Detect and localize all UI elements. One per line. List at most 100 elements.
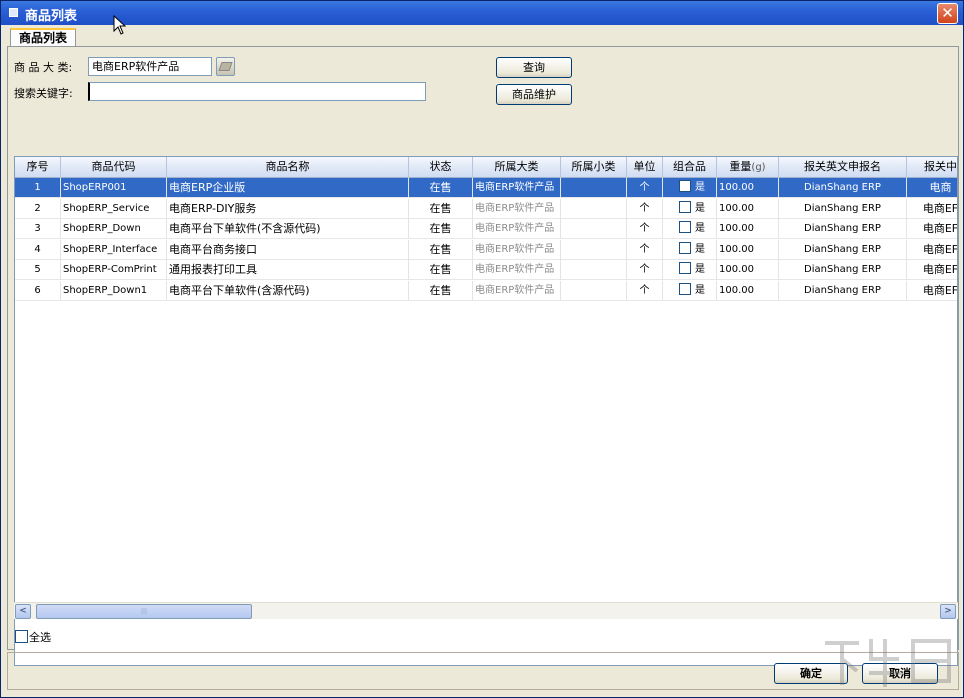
product-list-window: 商品列表 ✕ 商品列表 商 品 大 类: 电商ERP软件产品 搜索关键字: 查询… bbox=[0, 0, 964, 698]
table-header: 序号 商品代码 商品名称 状态 所属大类 所属小类 单位 组合品 重量(g) 报… bbox=[15, 157, 957, 178]
select-all-label: 全选 bbox=[29, 631, 51, 644]
scroll-thumb-grip: ||| bbox=[140, 608, 148, 615]
cell-no: 4 bbox=[15, 239, 61, 260]
cell-code: ShopERP_Interface bbox=[61, 239, 167, 260]
cell-combo[interactable]: 是 bbox=[663, 280, 717, 301]
scroll-right-arrow-icon[interactable]: > bbox=[940, 604, 956, 619]
column-header-subcategory[interactable]: 所属小类 bbox=[561, 157, 627, 178]
cell-no: 2 bbox=[15, 198, 61, 219]
combo-checkbox-icon[interactable] bbox=[679, 262, 691, 274]
category-picker-button[interactable] bbox=[216, 57, 235, 76]
cell-en-name: DianShang ERP bbox=[779, 260, 907, 280]
cell-category: 电商ERP软件产品 bbox=[473, 260, 561, 280]
category-field[interactable]: 电商ERP软件产品 bbox=[88, 57, 212, 76]
close-button[interactable]: ✕ bbox=[937, 3, 958, 24]
combo-label: 是 bbox=[695, 264, 705, 275]
cell-en-name: DianShang ERP bbox=[779, 219, 907, 239]
cell-subcategory bbox=[561, 219, 627, 239]
cell-weight: 100.00 bbox=[717, 198, 779, 219]
weight-header-label: 重量 bbox=[729, 160, 752, 173]
column-header-en-name[interactable]: 报关英文申报名 bbox=[779, 157, 907, 178]
title-bar[interactable]: 商品列表 ✕ bbox=[1, 1, 963, 35]
cell-status: 在售 bbox=[409, 239, 473, 260]
cell-weight: 100.00 bbox=[717, 280, 779, 301]
cell-code: ShopERP_Service bbox=[61, 198, 167, 219]
column-header-status[interactable]: 状态 bbox=[409, 157, 473, 178]
combo-checkbox-icon[interactable] bbox=[679, 221, 691, 233]
tab-product-list[interactable]: 商品列表 bbox=[10, 28, 76, 48]
cell-combo[interactable]: 是 bbox=[663, 178, 717, 198]
cell-category: 电商ERP软件产品 bbox=[473, 239, 561, 260]
checkbox-icon bbox=[15, 630, 28, 643]
column-header-category[interactable]: 所属大类 bbox=[473, 157, 561, 178]
cell-name: 通用报表打印工具 bbox=[167, 260, 409, 280]
watermark-logo bbox=[825, 639, 951, 687]
product-table: 序号 商品代码 商品名称 状态 所属大类 所属小类 单位 组合品 重量(g) 报… bbox=[14, 156, 958, 666]
cell-name: 电商平台下单软件(含源代码) bbox=[167, 280, 409, 301]
cell-no: 3 bbox=[15, 219, 61, 239]
column-header-name[interactable]: 商品名称 bbox=[167, 157, 409, 178]
cell-en-name: DianShang ERP bbox=[779, 178, 907, 198]
table-row[interactable]: 5 ShopERP-ComPrint 通用报表打印工具 在售 电商ERP软件产品 个 是 10… bbox=[15, 260, 957, 280]
query-button[interactable]: 查询 bbox=[496, 57, 572, 78]
column-header-unit[interactable]: 单位 bbox=[627, 157, 663, 178]
cell-no: 1 bbox=[15, 178, 61, 198]
select-all-checkbox[interactable]: 全选 bbox=[15, 629, 51, 645]
cell-subcategory bbox=[561, 239, 627, 260]
cell-en-name: DianShang ERP bbox=[779, 198, 907, 219]
cell-combo[interactable]: 是 bbox=[663, 260, 717, 280]
cell-name: 电商ERP企业版 bbox=[167, 178, 409, 198]
cell-unit: 个 bbox=[627, 219, 663, 239]
cell-name: 电商ERP-DIY服务 bbox=[167, 198, 409, 219]
cell-en-name: DianShang ERP bbox=[779, 239, 907, 260]
cell-combo[interactable]: 是 bbox=[663, 219, 717, 239]
cell-name: 电商平台下单软件(不含源代码) bbox=[167, 219, 409, 239]
combo-label: 是 bbox=[695, 284, 705, 296]
table-row[interactable]: 6 ShopERP_Down1 电商平台下单软件(含源代码) 在售 电商ERP软件产品 个… bbox=[15, 280, 957, 301]
cell-subcategory bbox=[561, 178, 627, 198]
cell-cn-decl: 电商EF bbox=[907, 260, 957, 280]
cell-code: ShopERP_Down bbox=[61, 219, 167, 239]
cell-code: ShopERP-ComPrint bbox=[61, 260, 167, 280]
column-header-code[interactable]: 商品代码 bbox=[61, 157, 167, 178]
cell-cn-decl: 电商 bbox=[907, 178, 957, 198]
cell-weight: 100.00 bbox=[717, 239, 779, 260]
cell-category: 电商ERP软件产品 bbox=[473, 178, 561, 198]
column-header-combo[interactable]: 组合品 bbox=[663, 157, 717, 178]
combo-checkbox-icon[interactable] bbox=[679, 241, 691, 254]
product-maintain-button[interactable]: 商品维护 bbox=[496, 84, 572, 105]
scroll-thumb[interactable]: ||| bbox=[36, 604, 252, 619]
cell-combo[interactable]: 是 bbox=[663, 198, 717, 219]
combo-checkbox-icon[interactable] bbox=[679, 180, 691, 192]
combo-label: 是 bbox=[695, 243, 705, 255]
table-row[interactable]: 1 ShopERP001 电商ERP企业版 在售 电商ERP软件产品 个 是 100.00 Di… bbox=[15, 178, 957, 198]
cell-cn-decl: 电商EF bbox=[907, 199, 957, 219]
cell-name: 电商平台商务接口 bbox=[167, 239, 409, 260]
cell-combo[interactable]: 是 bbox=[663, 239, 717, 260]
cell-no: 6 bbox=[15, 280, 61, 301]
keyword-input[interactable] bbox=[88, 82, 426, 101]
combo-checkbox-icon[interactable] bbox=[679, 200, 691, 213]
scroll-left-arrow-icon[interactable]: < bbox=[15, 604, 31, 619]
cell-status: 在售 bbox=[409, 178, 473, 198]
combo-label: 是 bbox=[695, 202, 705, 214]
table-row[interactable]: 3 ShopERP_Down 电商平台下单软件(不含源代码) 在售 电商ERP软件产品 个… bbox=[15, 219, 957, 239]
table-row[interactable]: 2 ShopERP_Service 电商ERP-DIY服务 在售 电商ERP软件产品 个 是… bbox=[15, 198, 957, 219]
cell-cn-decl: 电商EF bbox=[907, 240, 957, 260]
cell-category: 电商ERP软件产品 bbox=[473, 219, 561, 239]
table-row[interactable]: 4 ShopERP_Interface 电商平台商务接口 在售 电商ERP软件产品 个 是 1… bbox=[15, 239, 957, 260]
cell-status: 在售 bbox=[409, 198, 473, 219]
cell-en-name: DianShang ERP bbox=[779, 280, 907, 301]
column-header-no[interactable]: 序号 bbox=[15, 157, 61, 178]
cell-unit: 个 bbox=[627, 260, 663, 280]
cell-weight: 100.00 bbox=[717, 219, 779, 239]
combo-checkbox-icon[interactable] bbox=[679, 282, 691, 295]
column-header-weight[interactable]: 重量(g) bbox=[717, 157, 779, 178]
cell-status: 在售 bbox=[409, 219, 473, 239]
cell-cn-decl: 电商EF bbox=[907, 219, 957, 239]
column-header-cn-decl[interactable]: 报关中 bbox=[907, 157, 957, 178]
cell-no: 5 bbox=[15, 260, 61, 280]
cell-weight: 100.00 bbox=[717, 178, 779, 198]
horizontal-scrollbar[interactable]: < ||| > bbox=[14, 602, 958, 619]
weight-unit: (g) bbox=[751, 162, 766, 173]
